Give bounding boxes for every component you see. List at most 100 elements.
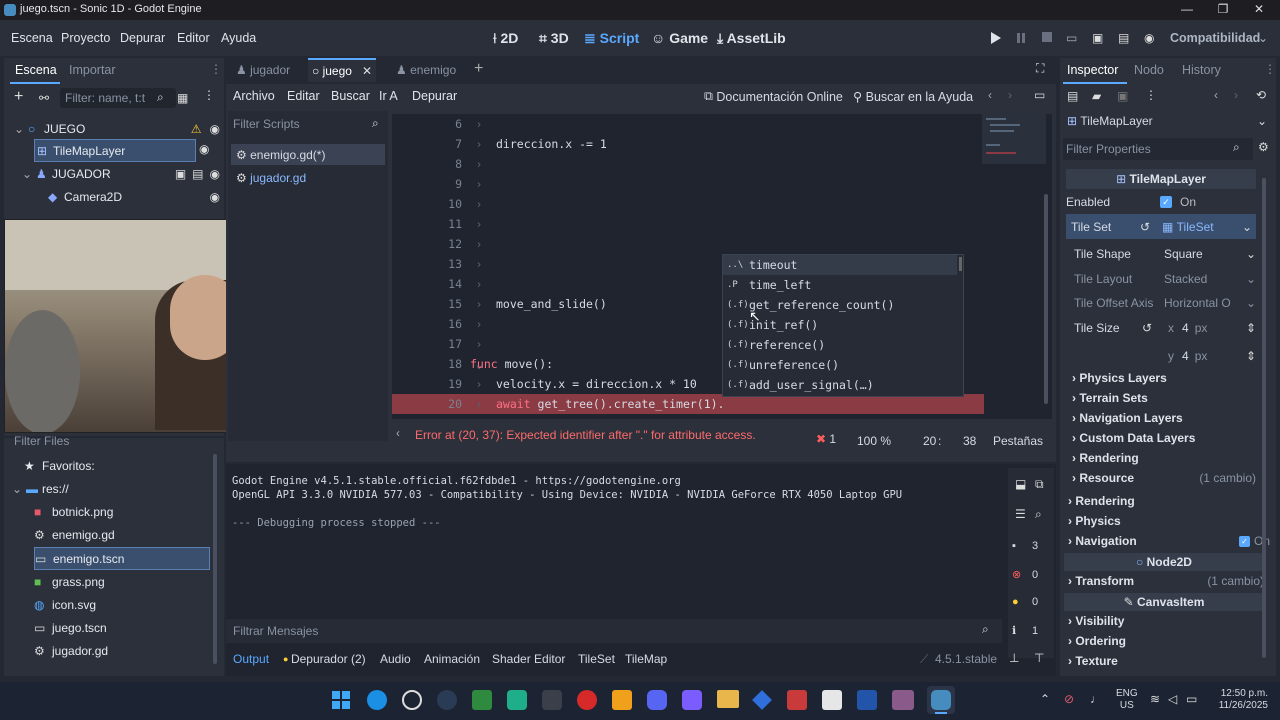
- autocomplete-item[interactable]: .P time_left: [723, 275, 957, 295]
- spinbox-arrows-icon[interactable]: ⇕: [1246, 349, 1256, 363]
- menu-proyecto[interactable]: Proyecto: [61, 31, 110, 45]
- new-tab-icon[interactable]: +: [474, 60, 483, 78]
- tree-node-camera2d[interactable]: ◆ Camera2D ◉: [48, 185, 220, 208]
- code-line[interactable]: 6 ›: [392, 114, 1032, 134]
- section-ordering[interactable]: › Ordering: [1068, 634, 1126, 648]
- godot-taskbar-button[interactable]: [927, 686, 955, 714]
- script-menu-ir-a[interactable]: Ir A: [379, 89, 398, 103]
- tab-tileset[interactable]: TileSet: [578, 652, 615, 666]
- error-message[interactable]: Error at (20, 37): Expected identifier a…: [415, 428, 805, 442]
- section-texture[interactable]: › Texture: [1068, 654, 1118, 668]
- section-navigation-layers[interactable]: › Navigation Layers: [1072, 411, 1183, 425]
- section-rendering[interactable]: › Rendering: [1068, 494, 1135, 508]
- distraction-free-icon[interactable]: ⛶: [1036, 61, 1044, 76]
- code-line[interactable]: 12 ›: [392, 234, 1032, 254]
- search-icon[interactable]: ⌕: [1035, 507, 1042, 522]
- tab-inspector[interactable]: Inspector: [1067, 63, 1118, 77]
- tile-offset-select[interactable]: Horizontal O: [1164, 296, 1231, 310]
- error-count[interactable]: ✖ 1: [816, 432, 836, 446]
- mode-assetlib-button[interactable]: ⤓ AssetLib: [717, 30, 786, 47]
- tab-depurador[interactable]: ● Depurador (2): [283, 652, 366, 666]
- filter-messages-input[interactable]: Filtrar Mensajes ⌕: [226, 619, 1002, 643]
- navigation-checkbox[interactable]: ✓: [1238, 535, 1250, 547]
- property-settings-icon[interactable]: ⚙: [1258, 140, 1269, 154]
- tab-jugador[interactable]: ♟ jugador: [236, 63, 290, 77]
- warning-count-toggle[interactable]: ● 0: [1012, 596, 1052, 608]
- fs-favorites[interactable]: ★ Favoritos:: [24, 454, 214, 477]
- filter-lines-icon[interactable]: ☰: [1015, 507, 1026, 521]
- scene-filter-input[interactable]: Filter: name, t:t ⌕: [60, 88, 176, 108]
- open-resource-icon[interactable]: ▰: [1092, 89, 1101, 103]
- fs-file[interactable]: ■ grass.png: [34, 570, 214, 593]
- copy-icon[interactable]: ⬓: [1015, 477, 1026, 491]
- history-forward-icon[interactable]: ›: [1234, 88, 1238, 102]
- history-back-icon[interactable]: ‹: [988, 88, 992, 102]
- tab-output[interactable]: Output: [233, 652, 269, 666]
- prop-tile-set[interactable]: Tile Set ↺ ▦ TileSet ⌄: [1066, 214, 1256, 239]
- play-icon[interactable]: [990, 32, 1001, 44]
- steam-icon[interactable]: [437, 690, 457, 710]
- tab-juego[interactable]: ○ juego ✕: [308, 58, 377, 82]
- fs-file[interactable]: ⚙ jugador.gd: [34, 639, 214, 662]
- line-number[interactable]: 20: [392, 397, 462, 411]
- mode-3d-button[interactable]: ⌗ 3D: [539, 30, 569, 47]
- dock-menu-icon[interactable]: ⋮: [210, 62, 222, 76]
- office-icon[interactable]: [577, 690, 597, 710]
- minimize-button[interactable]: —: [1172, 2, 1202, 18]
- fs-file[interactable]: ⚙ enemigo.gd: [34, 523, 214, 546]
- folder-icon[interactable]: [717, 690, 739, 708]
- line-number[interactable]: 7: [392, 137, 462, 151]
- line-number[interactable]: 15: [392, 297, 462, 311]
- section-physics[interactable]: › Physics: [1068, 514, 1121, 528]
- renderer-select[interactable]: Compatibilidad: [1170, 31, 1260, 45]
- chevron-down-icon[interactable]: ⌄: [1242, 220, 1252, 234]
- remote-debug-icon[interactable]: ▭: [1066, 31, 1077, 45]
- indent-mode[interactable]: Pestañas: [993, 434, 1043, 448]
- line-number[interactable]: 17: [392, 337, 462, 351]
- script-icon[interactable]: ▤: [192, 167, 203, 181]
- script-item-enemigo[interactable]: ⚙ enemigo.gd(*): [231, 144, 385, 165]
- add-node-icon[interactable]: +: [14, 88, 23, 106]
- pin-icon[interactable]: ⊥: [1009, 651, 1019, 665]
- pause-icon[interactable]: [1016, 32, 1026, 44]
- wifi-icon[interactable]: ≋: [1150, 692, 1160, 706]
- code-line[interactable]: 11 ›: [392, 214, 1032, 234]
- autocomplete-scrollbar[interactable]: [959, 257, 962, 271]
- log-count[interactable]: ▪ 3: [1012, 540, 1052, 552]
- menu-depurar[interactable]: Depurar: [120, 31, 165, 45]
- tree-node-tilemaplayer[interactable]: ⊞ TileMapLayer: [34, 139, 196, 162]
- code-line[interactable]: 10 ›: [392, 194, 1032, 214]
- tileset-resource[interactable]: TileSet: [1177, 220, 1214, 234]
- game-bar-icon[interactable]: [542, 690, 562, 710]
- section-custom-data-layers[interactable]: › Custom Data Layers: [1072, 431, 1195, 445]
- tile-size-x-value[interactable]: 4: [1182, 321, 1189, 335]
- tree-node-juego[interactable]: ⌄ ○ JUEGO ⚠ ◉: [14, 117, 220, 140]
- autocomplete-item[interactable]: (.f) add_user_signal(…): [723, 375, 957, 395]
- line-number[interactable]: 16: [392, 317, 462, 331]
- code-line[interactable]: 8 ›: [392, 154, 1032, 174]
- script-menu-editar[interactable]: Editar: [287, 89, 320, 103]
- more-icon[interactable]: ⋮: [1145, 88, 1157, 102]
- mode-2d-button[interactable]: ⟊ 2D: [493, 30, 518, 47]
- collapse-icon[interactable]: ⌄: [22, 167, 36, 181]
- chevron-down-icon[interactable]: ⌄: [1246, 247, 1256, 261]
- more-icon[interactable]: ⋮: [203, 88, 215, 102]
- script-menu-depurar[interactable]: Depurar: [412, 89, 457, 103]
- discord-icon[interactable]: [647, 690, 667, 710]
- chevron-down-icon[interactable]: ⌄: [1257, 114, 1267, 128]
- line-number[interactable]: 10: [392, 197, 462, 211]
- blender-icon[interactable]: [857, 690, 877, 710]
- revert-icon[interactable]: ↺: [1140, 220, 1162, 234]
- line-number[interactable]: 8: [392, 157, 462, 171]
- tab-audio[interactable]: Audio: [380, 652, 411, 666]
- filter-properties-input[interactable]: Filter Properties ⌕: [1063, 138, 1253, 160]
- section-transform[interactable]: › Transform (1 cambio): [1068, 574, 1264, 588]
- inspector-scrollbar[interactable]: [1262, 178, 1266, 658]
- menu-escena[interactable]: Escena: [11, 31, 53, 45]
- history-back-icon[interactable]: ‹: [1214, 88, 1218, 102]
- object-history-icon[interactable]: ⟲: [1256, 88, 1266, 102]
- float-window-icon[interactable]: ▭: [1034, 88, 1045, 102]
- autocomplete-item[interactable]: ..\ timeout: [723, 255, 957, 275]
- new-resource-icon[interactable]: ▤: [1067, 89, 1078, 103]
- fs-file[interactable]: ◍ icon.svg: [34, 593, 214, 616]
